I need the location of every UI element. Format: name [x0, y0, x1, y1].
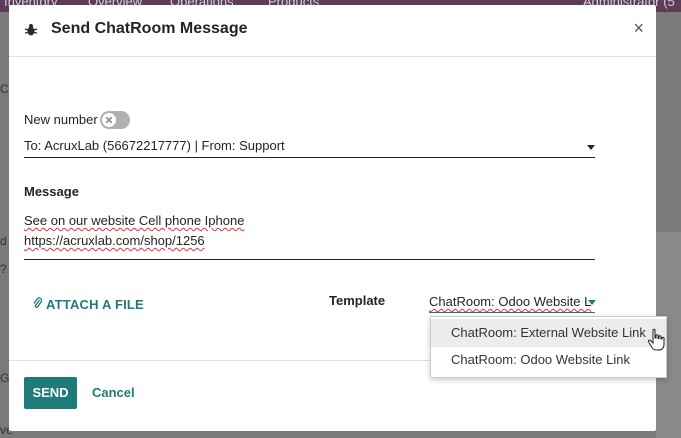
recipient-select-value: To: AcruxLab (56672217777) | From: Suppo…: [24, 138, 285, 153]
close-button[interactable]: ×: [633, 18, 644, 38]
message-textarea[interactable]: See on our website Cell phone Iphone htt…: [24, 211, 595, 260]
bug-icon: [24, 24, 38, 36]
template-dropdown: ChatRoom: External Website Link ChatRoom…: [430, 316, 667, 378]
send-button[interactable]: SEND: [24, 377, 77, 409]
attach-file-button[interactable]: ATTACH A FILE: [33, 297, 144, 312]
template-option[interactable]: ChatRoom: External Website Link: [431, 319, 666, 347]
new-number-toggle[interactable]: [100, 111, 130, 129]
chevron-down-icon[interactable]: [588, 300, 596, 305]
attach-file-label: ATTACH A FILE: [46, 297, 144, 312]
template-option[interactable]: ChatRoom: Odoo Website Link: [431, 346, 666, 374]
bg-fragment: ?: [0, 262, 7, 276]
bg-fragment: d: [0, 234, 7, 248]
recipient-select[interactable]: To: AcruxLab (56672217777) | From: Suppo…: [24, 136, 595, 158]
template-label: Template: [329, 293, 386, 308]
dialog-header: Send ChatRoom Message ×: [9, 5, 656, 57]
message-label: Message: [24, 184, 79, 199]
hand-cursor-icon: [647, 328, 665, 351]
new-number-label: New number: [24, 112, 98, 127]
dialog-title: Send ChatRoom Message: [51, 20, 248, 37]
bg-fragment: C: [0, 82, 9, 96]
message-line: https://acruxlab.com/shop/1256: [24, 233, 205, 248]
paperclip-icon: [33, 297, 42, 308]
chevron-down-icon: [587, 145, 595, 150]
cancel-button[interactable]: Cancel: [92, 377, 135, 409]
template-input-value: ChatRoom: Odoo Website L: [429, 294, 592, 309]
toggle-off-icon: [102, 113, 116, 127]
message-line: See on our website Cell phone Iphone: [24, 213, 245, 228]
template-input[interactable]: ChatRoom: Odoo Website L: [429, 293, 596, 313]
